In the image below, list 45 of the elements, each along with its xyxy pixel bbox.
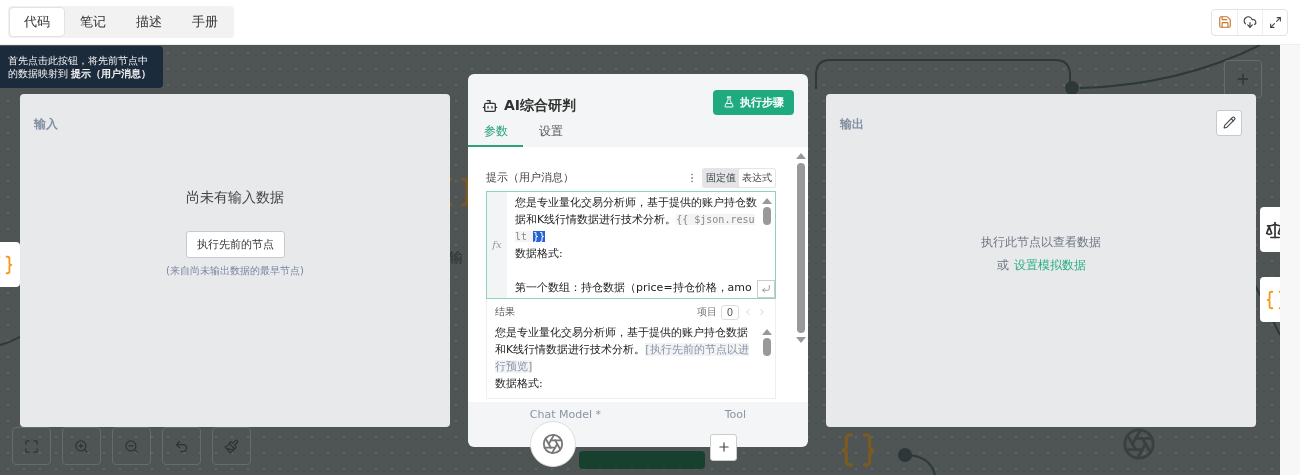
run-previous-button[interactable]: 执行先前的节点 [185,231,285,258]
item-label: 项目 [696,305,717,319]
zoom-out-icon [124,438,139,454]
result-label: 结果 [495,305,515,319]
panel-title: 输出 [840,115,864,133]
mode-toggle[interactable]: 表达式 [739,168,775,187]
or-text: 或 [996,256,1009,274]
robot-icon [482,97,498,114]
scrollbar[interactable] [763,197,771,225]
pencil-icon [1222,116,1236,129]
fit-view-button[interactable] [12,427,51,465]
undo-icon [174,438,189,454]
add-tool-button[interactable] [710,433,737,461]
fx-label: fx [487,191,507,298]
plus-icon [1235,71,1251,87]
empty-message: 执行此节点以查看数据 [981,233,1101,251]
scrollbar[interactable] [763,328,771,356]
view-tab[interactable]: 笔记 [65,7,121,37]
connector-label: Tool [724,407,747,421]
view-tab[interactable]: 手册 [177,7,233,37]
field-label: 提示（用户消息） [486,170,574,185]
expand-icon[interactable] [757,279,775,298]
node-title: AI综合研判 [504,96,577,115]
tooltip: 首先点击此按钮，将先前节点中的数据映射到 提示（用户消息） [0,46,163,88]
fit-view-icon [24,438,39,454]
plus-icon [716,440,731,454]
view-tab[interactable]: 代码 [9,7,65,37]
view-tab[interactable]: 描述 [121,7,177,37]
panel-title: 输入 [34,115,58,133]
hint-text: (来自尚未输出数据的最早节点) [166,264,304,278]
edit-button[interactable] [1216,109,1242,136]
empty-message: 尚未有输入数据 [186,189,284,207]
panel-tab[interactable]: 设置 [523,118,578,147]
result-text: 您是专业量化交易分析师，基于提供的账户持仓数据和K线行情数据进行技术分析。[执行先前的节点以进行预览] 数据格式: [495,324,750,392]
mode-toggle[interactable]: 固定值 [703,168,739,187]
connector-label: Chat Model * [529,407,602,421]
brush-icon [224,438,239,454]
node-handle[interactable] [0,242,20,287]
node-handle[interactable] [1260,207,1280,252]
flask-icon [723,96,735,108]
zoom-in-icon [74,438,89,454]
node-handle[interactable] [1260,277,1280,322]
prompt-editor[interactable]: fx 您是专业量化交易分析师，基于提供的账户持仓数据和K线行情数据进行技术分析。{{ $json.result }} 数据格式: 第一个数组：持仓数据（price=持仓价格，amo [486,190,776,299]
item-number[interactable]: 0 [720,304,739,320]
aperture-icon[interactable] [530,420,576,467]
